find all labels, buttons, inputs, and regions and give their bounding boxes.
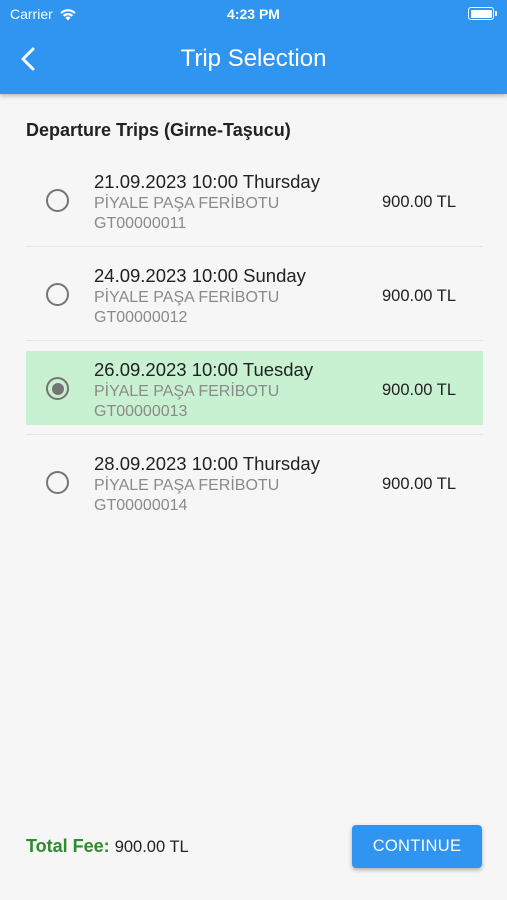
trip-date: 28.09.2023 10:00 Thursday [94,453,320,474]
total-fee: Total Fee: 900.00 TL [26,836,189,857]
status-time: 4:23 PM [227,6,280,22]
trip-price: 900.00 TL [381,287,456,305]
trip-code: GT00000013 [94,403,188,420]
trip-item[interactable]: 21.09.2023 10:00 Thursday PİYALE PAŞA FE… [26,163,483,247]
trip-price: 900.00 TL [381,193,456,211]
status-bar: Carrier 4:23 PM [0,0,507,28]
trip-vessel: PİYALE PAŞA FERİBOTU [94,195,280,212]
radio-button[interactable] [46,471,69,494]
radio-button[interactable] [46,283,69,306]
trip-item[interactable]: 24.09.2023 10:00 Sunday PİYALE PAŞA FERİ… [26,257,483,341]
trip-vessel: PİYALE PAŞA FERİBOTU [94,289,280,306]
trip-code: GT00000012 [94,309,188,326]
trip-item[interactable]: 28.09.2023 10:00 Thursday PİYALE PAŞA FE… [26,445,483,519]
trip-item[interactable]: 26.09.2023 10:00 Tuesday PİYALE PAŞA FER… [26,351,483,435]
trip-code: GT00000011 [94,215,187,232]
radio-selected-dot [51,382,64,395]
trip-price: 900.00 TL [381,475,456,493]
trip-code: GT00000014 [94,497,188,514]
trip-price: 900.00 TL [381,381,456,399]
trip-list: 21.09.2023 10:00 Thursday PİYALE PAŞA FE… [26,163,483,539]
trip-vessel: PİYALE PAŞA FERİBOTU [94,383,280,400]
trip-date: 21.09.2023 10:00 Thursday [94,171,320,192]
continue-button[interactable]: CONTINUE [352,825,482,868]
page-title: Trip Selection [180,45,327,72]
radio-button[interactable] [46,189,69,212]
battery-icon [468,7,497,20]
total-fee-value: 900.00 TL [114,838,189,856]
trip-vessel: PİYALE PAŞA FERİBOTU [94,477,280,494]
section-title: Departure Trips (Girne-Taşucu) [26,120,291,140]
battery-level [470,9,492,18]
app-bar: Carrier 4:23 PM Trip Selection [0,0,507,94]
trip-date: 24.09.2023 10:00 Sunday [94,265,306,286]
total-fee-label: Total Fee: [26,836,110,856]
radio-button[interactable] [46,377,69,400]
trip-date: 26.09.2023 10:00 Tuesday [94,359,314,380]
